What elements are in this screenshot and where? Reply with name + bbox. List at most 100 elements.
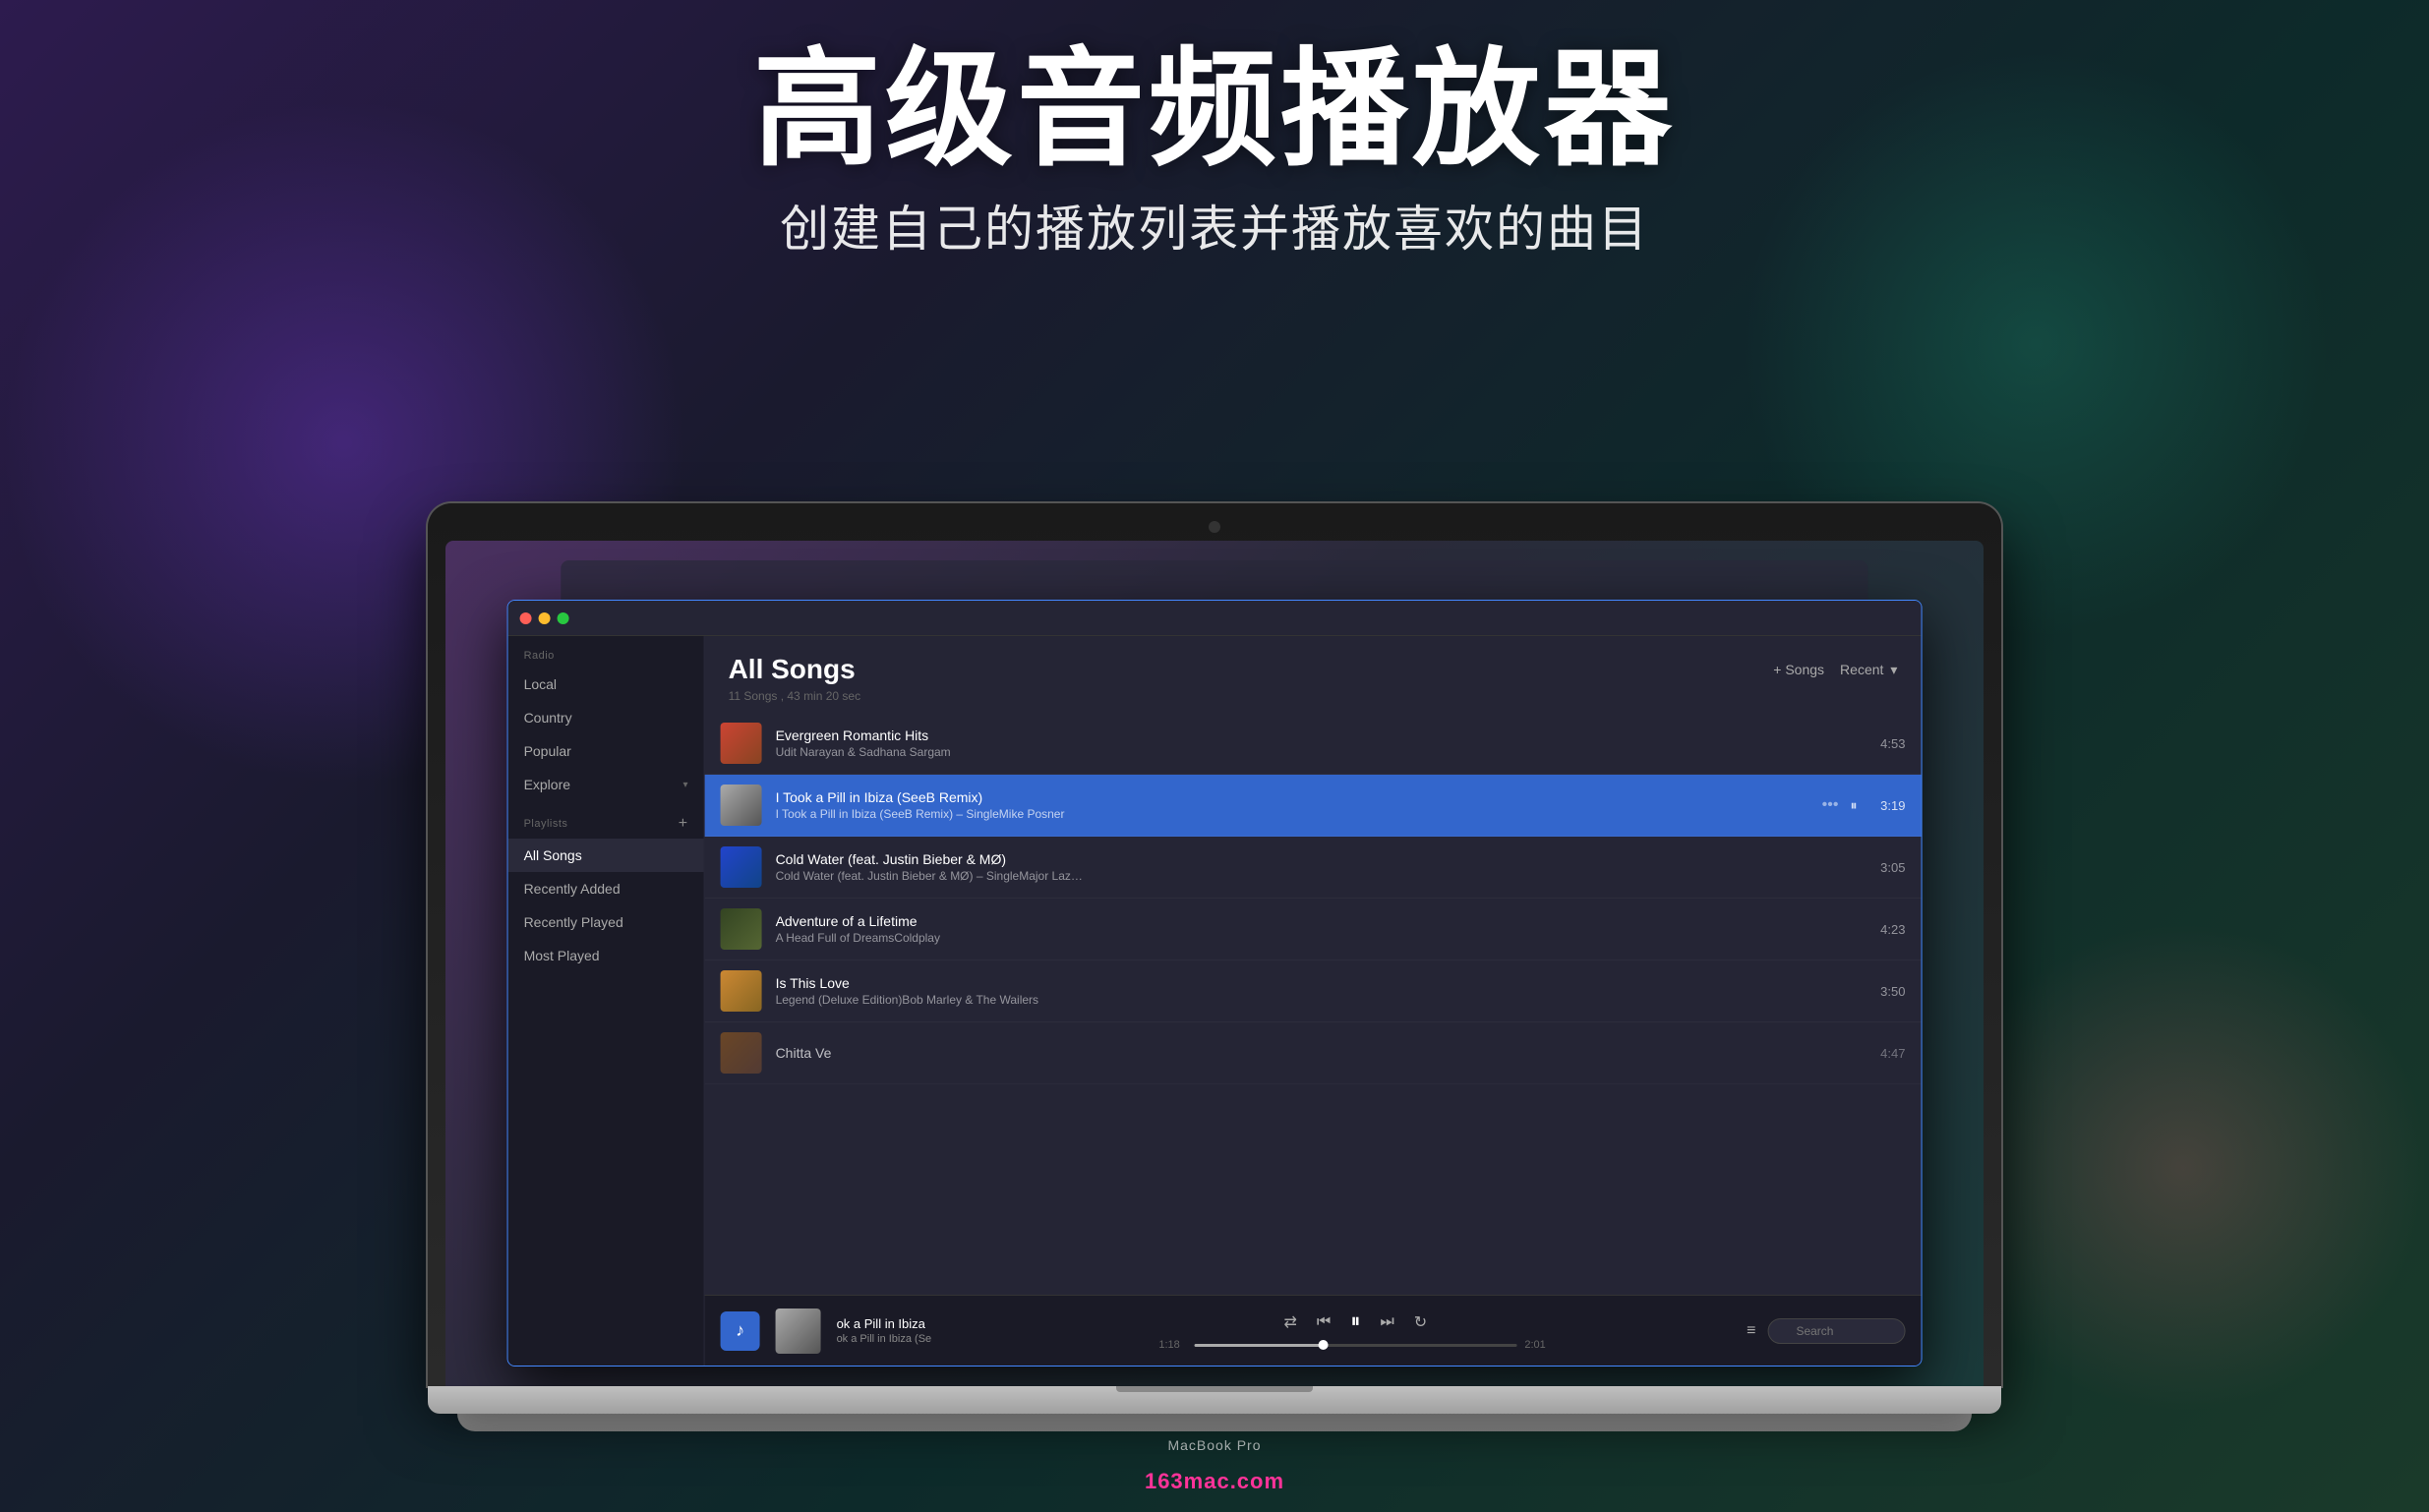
song-artwork [721, 785, 762, 826]
traffic-light-close[interactable] [520, 612, 532, 624]
song-subtitle: A Head Full of DreamsColdplay [776, 931, 1858, 945]
player-current-title: ok a Pill in Ibiza [837, 1316, 965, 1331]
time-total: 2:01 [1524, 1339, 1552, 1351]
song-info: Is This Love Legend (Deluxe Edition)Bob … [776, 975, 1858, 1007]
macbook-label: MacBook Pro [428, 1437, 2001, 1453]
progress-bar[interactable] [1194, 1344, 1516, 1347]
sidebar-item-local-label: Local [524, 676, 557, 692]
song-artwork [721, 970, 762, 1012]
player-progress: 1:18 2:01 [1158, 1339, 1552, 1351]
macbook-camera [1209, 521, 1220, 533]
sidebar-item-popular[interactable]: Popular [508, 734, 704, 768]
hero-main-title: 高级音频播放器 [0, 39, 2429, 180]
main-header-top: All Songs + Songs Recent ▾ [729, 654, 1898, 685]
song-artwork [721, 846, 762, 888]
traffic-light-fullscreen[interactable] [558, 612, 569, 624]
song-info: I Took a Pill in Ibiza (SeeB Remix) I To… [776, 789, 1808, 821]
song-more-button[interactable]: ••• [1822, 796, 1839, 814]
song-subtitle: Legend (Deluxe Edition)Bob Marley & The … [776, 993, 1858, 1007]
table-row[interactable]: Chitta Ve 4:47 [705, 1022, 1922, 1084]
macbook-bezel: Radio Local Country Popular Ex [428, 503, 2001, 1386]
song-title: Chitta Ve [776, 1045, 1858, 1061]
progress-knob[interactable] [1319, 1340, 1329, 1350]
app-title-bar [508, 601, 1922, 636]
add-playlist-button[interactable]: + [679, 815, 688, 833]
play-pause-button[interactable]: ⏸ [1350, 1310, 1360, 1333]
song-duration: 4:23 [1870, 922, 1905, 937]
song-info: Cold Water (feat. Justin Bieber & MØ) Co… [776, 851, 1858, 883]
sidebar-playlists-label: Playlists [524, 818, 568, 830]
songs-count: 11 Songs , 43 min 20 sec [729, 689, 1898, 703]
app-window: Radio Local Country Popular Ex [507, 600, 1923, 1367]
player-current-subtitle: ok a Pill in Ibiza (Se [837, 1333, 965, 1345]
song-subtitle: Udit Narayan & Sadhana Sargam [776, 745, 1858, 759]
sidebar-item-recently-played-label: Recently Played [524, 914, 623, 930]
sidebar: Radio Local Country Popular Ex [508, 636, 705, 1366]
song-subtitle: I Took a Pill in Ibiza (SeeB Remix) – Si… [776, 807, 1808, 821]
sidebar-item-most-played[interactable]: Most Played [508, 939, 704, 972]
player-buttons: ⇄ ⏮ ⏸ ⏭ ↻ [1284, 1310, 1428, 1333]
song-artwork [721, 1032, 762, 1074]
main-header: All Songs + Songs Recent ▾ [705, 636, 1922, 713]
song-title: Cold Water (feat. Justin Bieber & MØ) [776, 851, 1858, 867]
song-duration: 3:19 [1870, 798, 1905, 813]
player-app-icon: ♪ [721, 1311, 760, 1351]
song-duration: 3:50 [1870, 984, 1905, 999]
traffic-lights [520, 612, 569, 624]
search-input[interactable] [1767, 1318, 1905, 1344]
sidebar-radio-label: Radio [508, 636, 704, 668]
table-row[interactable]: Cold Water (feat. Justin Bieber & MØ) Co… [705, 837, 1922, 899]
song-actions: ••• ⏸ [1822, 796, 1858, 814]
sidebar-item-all-songs-label: All Songs [524, 847, 582, 863]
song-duration: 3:05 [1870, 860, 1905, 875]
song-title: Adventure of a Lifetime [776, 913, 1858, 929]
table-row[interactable]: Is This Love Legend (Deluxe Edition)Bob … [705, 960, 1922, 1022]
sidebar-item-country[interactable]: Country [508, 701, 704, 734]
sidebar-item-explore-label: Explore [524, 777, 570, 792]
song-title: Evergreen Romantic Hits [776, 727, 1858, 743]
song-artwork [721, 908, 762, 950]
bg-decoration-bottom [1937, 922, 2429, 1414]
table-row[interactable]: I Took a Pill in Ibiza (SeeB Remix) I To… [705, 775, 1922, 837]
main-header-actions: + Songs Recent ▾ [1773, 662, 1897, 678]
player-bar: ♪ ok a Pill in Ibiza ok a Pill in Ibiza … [705, 1295, 1922, 1366]
macbook-base [457, 1414, 1972, 1431]
playlist-title: All Songs [729, 654, 856, 685]
player-right-controls: ≡ 🔍 [1747, 1318, 1905, 1344]
table-row[interactable]: Evergreen Romantic Hits Udit Narayan & S… [705, 713, 1922, 775]
add-songs-label: + Songs [1773, 662, 1824, 677]
song-info: Adventure of a Lifetime A Head Full of D… [776, 913, 1858, 945]
player-info: ok a Pill in Ibiza ok a Pill in Ibiza (S… [837, 1316, 965, 1345]
table-row[interactable]: Adventure of a Lifetime A Head Full of D… [705, 899, 1922, 960]
app-content: Radio Local Country Popular Ex [508, 636, 1922, 1366]
sidebar-item-all-songs[interactable]: All Songs [508, 839, 704, 872]
chevron-down-icon: ▾ [1890, 662, 1897, 678]
macbook-container: Radio Local Country Popular Ex [428, 503, 2001, 1453]
song-pause-button[interactable]: ⏸ [1850, 797, 1857, 814]
sidebar-playlists-header: Playlists + [508, 801, 704, 839]
recent-sort-button[interactable]: Recent ▾ [1840, 662, 1897, 678]
song-duration: 4:53 [1870, 736, 1905, 751]
queue-button[interactable]: ≡ [1747, 1322, 1755, 1340]
song-info: Chitta Ve [776, 1045, 1858, 1061]
player-artwork [776, 1308, 821, 1354]
repeat-button[interactable]: ↻ [1414, 1312, 1427, 1332]
add-songs-button[interactable]: + Songs [1773, 662, 1824, 677]
songs-list: Evergreen Romantic Hits Udit Narayan & S… [705, 713, 1922, 1295]
song-subtitle: Cold Water (feat. Justin Bieber & MØ) – … [776, 869, 1858, 883]
shuffle-button[interactable]: ⇄ [1284, 1312, 1297, 1332]
sidebar-item-recently-added[interactable]: Recently Added [508, 872, 704, 905]
chevron-down-icon: ▾ [683, 780, 688, 790]
time-elapsed: 1:18 [1158, 1339, 1186, 1351]
sidebar-item-recently-added-label: Recently Added [524, 881, 621, 897]
music-note-icon: ♪ [736, 1320, 744, 1341]
previous-button[interactable]: ⏮ [1317, 1313, 1331, 1331]
song-duration: 4:47 [1870, 1046, 1905, 1061]
traffic-light-minimize[interactable] [539, 612, 551, 624]
sidebar-item-recently-played[interactable]: Recently Played [508, 905, 704, 939]
main-content-panel: All Songs + Songs Recent ▾ [705, 636, 1922, 1366]
song-title: I Took a Pill in Ibiza (SeeB Remix) [776, 789, 1808, 805]
sidebar-item-explore[interactable]: Explore ▾ [508, 768, 704, 801]
sidebar-item-local[interactable]: Local [508, 668, 704, 701]
next-button[interactable]: ⏭ [1380, 1313, 1393, 1331]
